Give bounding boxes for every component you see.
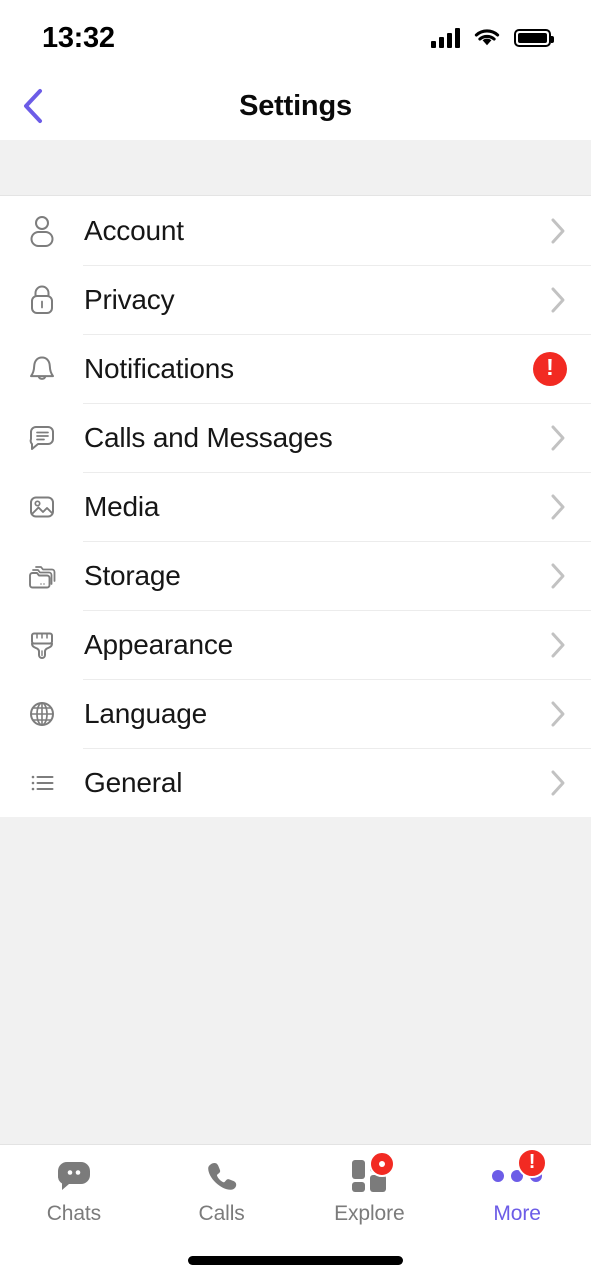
chevron-left-icon [24,89,42,123]
tab-label: Calls [198,1202,245,1225]
settings-row-label: Privacy [84,283,175,315]
folders-icon [22,556,62,596]
chevron-right-icon [549,768,567,798]
wifi-icon [474,29,500,46]
status-indicators [431,24,554,48]
tab-explore[interactable]: Explore [296,1151,444,1226]
three-dots-icon: ! [491,1148,548,1195]
person-icon [22,211,62,251]
status-badge: ! [533,351,567,386]
chevron-right-icon [549,216,567,246]
back-button[interactable] [0,72,66,140]
grid-icon [343,1151,396,1195]
bell-icon [22,349,62,389]
section-spacer [0,140,591,196]
nav-bar: Settings [0,72,591,140]
settings-row-appearance[interactable]: Appearance [0,610,591,679]
chevron-right-icon [549,423,567,453]
status-time: 13:32 [42,21,115,54]
status-bar: 13:32 [0,0,591,72]
tab-label: Explore [334,1202,405,1225]
settings-row-storage[interactable]: Storage [0,541,591,610]
globe-icon [22,694,62,734]
settings-row-label: Media [84,490,160,522]
status-badge-label: ! [546,354,554,380]
paintbrush-icon [22,625,62,665]
phone-icon [196,1157,248,1195]
settings-row-account[interactable]: Account [0,196,591,265]
settings-list: Account Privacy Notifications ! Calls an… [0,196,591,817]
settings-row-general[interactable]: General [0,748,591,817]
settings-row-label: Notifications [84,352,234,384]
settings-row-media[interactable]: Media [0,472,591,541]
chevron-right-icon [549,699,567,729]
lock-icon [22,280,62,320]
battery-full-icon [514,29,554,47]
tab-label: More [493,1202,541,1225]
settings-row-notifications[interactable]: Notifications ! [0,334,591,403]
settings-row-label: Calls and Messages [84,421,333,453]
tab-label: Chats [46,1202,102,1225]
alert-badge-label: ! [528,1151,536,1173]
settings-row-label: Appearance [84,628,234,660]
cellular-signal-icon [431,28,460,48]
chevron-right-icon [549,561,567,591]
settings-row-label: Account [84,214,184,246]
alert-badge: ! [517,1148,548,1178]
tab-bar: Chats Calls Explore ! More [0,1144,591,1240]
settings-screen: 13:32 Settings Account Privacy Notificat… [0,0,591,1280]
settings-row-label: Storage [84,559,181,591]
tab-chats[interactable]: Chats [0,1157,148,1226]
chevron-right-icon [549,630,567,660]
chat-bubble-filled-icon [48,1157,100,1195]
home-indicator-area [0,1240,591,1280]
settings-row-calls-and-messages[interactable]: Calls and Messages [0,403,591,472]
chevron-right-icon [549,492,567,522]
empty-area [0,817,591,1144]
settings-row-privacy[interactable]: Privacy [0,265,591,334]
chevron-right-icon [549,285,567,315]
chat-bubble-icon [22,418,62,458]
tab-calls[interactable]: Calls [148,1157,296,1226]
tab-more[interactable]: ! More [443,1148,591,1226]
settings-row-label: General [84,766,183,798]
settings-row-label: Language [84,697,207,729]
photo-icon [22,487,62,527]
notification-dot-badge [369,1151,396,1177]
home-indicator-bar[interactable] [188,1255,403,1265]
list-icon [22,763,62,803]
settings-row-language[interactable]: Language [0,679,591,748]
page-title: Settings [239,89,352,122]
